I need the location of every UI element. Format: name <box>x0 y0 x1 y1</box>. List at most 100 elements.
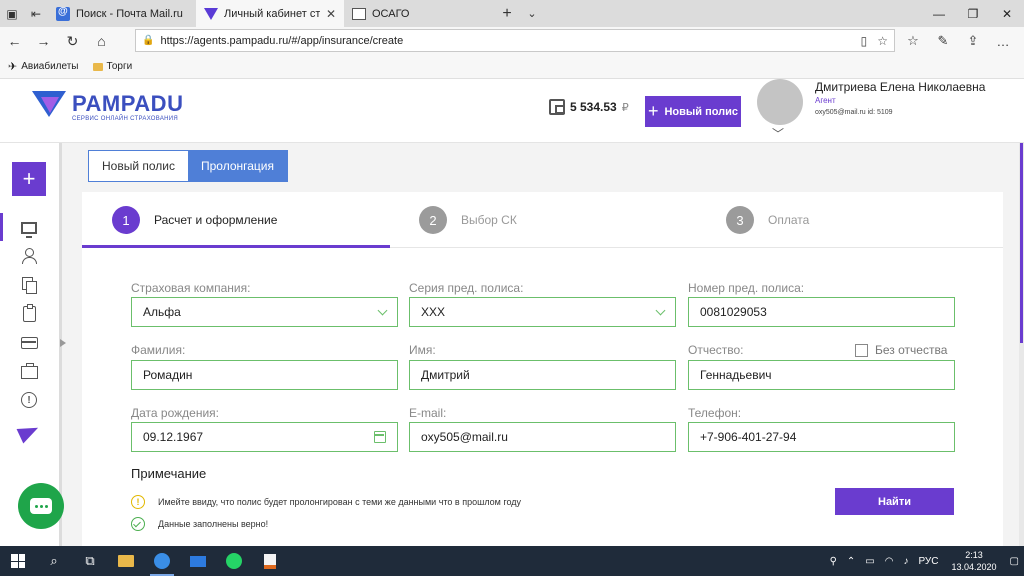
notifications-icon[interactable]: ▢ <box>1005 556 1024 567</box>
lastname-label: Фамилия: <box>131 343 186 357</box>
logo[interactable]: PAMPADU СЕРВИС ОНЛАЙН СТРАХОВАНИЯ <box>32 91 183 123</box>
patronymic-input[interactable]: Геннадьевич <box>688 360 955 390</box>
series-select[interactable]: ХХХ <box>409 297 676 327</box>
tray-chevron-icon[interactable]: ⌃ <box>842 556 860 567</box>
share-icon[interactable]: ⇪ <box>958 33 988 49</box>
edge-app[interactable] <box>144 546 180 576</box>
sidebar-item-info[interactable]: ! <box>16 389 42 411</box>
plane-icon: ✈ <box>8 61 18 73</box>
patronymic-value: Геннадьевич <box>700 368 772 382</box>
tab-label: Поиск - Почта Mail.ru <box>76 7 183 20</box>
birthdate-input[interactable]: 09.12.1967 <box>131 422 398 452</box>
bookmark-flights[interactable]: ✈ Авиабилеты <box>8 60 79 73</box>
more-icon[interactable]: … <box>988 34 1018 49</box>
sidebar-add-button[interactable]: + <box>12 162 46 196</box>
reading-view-icon[interactable]: ▯ <box>861 34 868 48</box>
document-app[interactable] <box>252 546 288 576</box>
close-window-icon[interactable]: ✕ <box>990 0 1024 27</box>
step-3[interactable]: 3 Оплата <box>726 206 809 234</box>
wifi-icon[interactable]: ◠ <box>880 556 899 567</box>
chevron-down-icon[interactable]: ﹀ <box>772 125 784 142</box>
edge-icon <box>154 553 170 569</box>
mail-app[interactable] <box>180 546 216 576</box>
step-1[interactable]: 1 Расчет и оформление <box>112 206 277 234</box>
lastname-input[interactable]: Ромадин <box>131 360 398 390</box>
start-button[interactable] <box>0 546 36 576</box>
number-input[interactable]: 0081029053 <box>688 297 955 327</box>
new-tab-button[interactable]: + <box>492 0 522 27</box>
step-2[interactable]: 2 Выбор СК <box>419 206 517 234</box>
phone-input[interactable]: +7-906-401-27-94 <box>688 422 955 452</box>
logo-name: PAMPADU <box>72 90 184 116</box>
monitor-icon <box>21 222 37 238</box>
currency: ₽ <box>621 101 629 114</box>
language-indicator[interactable]: РУС <box>913 556 943 567</box>
tab-renewal[interactable]: Пролонгация <box>188 151 288 181</box>
search-icon[interactable]: ⌕ <box>36 546 72 576</box>
network-icon[interactable]: ▭ <box>860 556 879 567</box>
tab-actions-icon[interactable]: ▣ <box>0 0 24 27</box>
logo-mark-icon <box>32 91 66 123</box>
find-button[interactable]: Найти <box>835 488 954 515</box>
checkbox-box[interactable] <box>855 343 868 357</box>
check-circle-icon <box>131 517 145 531</box>
tab-list-chevron-icon[interactable]: ⌄ <box>522 0 542 27</box>
refresh-icon[interactable]: ↻ <box>58 33 87 50</box>
back-icon[interactable]: ← <box>0 33 29 49</box>
tab-osago[interactable]: ОСАГО <box>344 0 492 27</box>
tab-new-policy[interactable]: Новый полис <box>89 151 188 181</box>
minimize-icon[interactable]: — <box>922 0 956 27</box>
bookmarks-bar: ✈ Авиабилеты Торги <box>0 55 1024 79</box>
phone-value: +7-906-401-27-94 <box>700 430 797 444</box>
new-policy-button[interactable]: + Новый полис <box>645 96 741 127</box>
sidebar-item-telegram[interactable] <box>16 420 42 444</box>
no-patronymic-checkbox[interactable]: Без отчества <box>855 343 947 357</box>
back-tabs-icon[interactable]: ⇤ <box>24 0 48 27</box>
logo-subtitle: СЕРВИС ОНЛАЙН СТРАХОВАНИЯ <box>72 115 179 122</box>
sidebar-item-portfolio[interactable] <box>16 361 42 383</box>
tab-pampadu[interactable]: Личный кабинет страх ✕ <box>196 0 344 27</box>
wallet-icon <box>549 99 565 115</box>
sidebar-item-clients[interactable] <box>16 245 42 267</box>
warning-icon: ! <box>131 495 145 509</box>
favorites-icon[interactable]: ☆ <box>898 33 928 49</box>
windows-icon <box>11 554 25 568</box>
whatsapp-app[interactable] <box>216 546 252 576</box>
firstname-input[interactable]: Дмитрий <box>409 360 676 390</box>
email-input[interactable]: oxy505@mail.ru <box>409 422 676 452</box>
step-number: 1 <box>112 206 140 234</box>
pen-icon[interactable]: ✎ <box>928 33 958 49</box>
company-select[interactable]: Альфа <box>131 297 398 327</box>
clock[interactable]: 2:13 13.04.2020 <box>944 549 1005 573</box>
page-scrollbar[interactable] <box>1019 143 1024 546</box>
people-icon[interactable]: ⚲ <box>825 556 842 567</box>
balance[interactable]: 5 534.53 ₽ <box>549 99 629 115</box>
chat-button[interactable] <box>18 483 64 529</box>
avatar[interactable] <box>757 79 803 125</box>
bookmark-tenders[interactable]: Торги <box>92 61 132 72</box>
tab-label: ОСАГО <box>372 7 410 20</box>
sidebar-item-policies[interactable] <box>16 274 42 296</box>
forward-icon[interactable]: → <box>29 33 58 49</box>
favorite-star-icon[interactable]: ☆ <box>877 34 888 48</box>
lock-icon: 🔒 <box>142 35 155 46</box>
tab-mail[interactable]: Поиск - Почта Mail.ru <box>48 0 196 27</box>
close-tab-icon[interactable]: ✕ <box>326 7 336 21</box>
url-input[interactable]: 🔒 https://agents.pampadu.ru/#/app/insura… <box>135 29 895 52</box>
browser-tab-bar: ▣ ⇤ Поиск - Почта Mail.ru Личный кабинет… <box>0 0 1024 27</box>
sidebar-item-payments[interactable] <box>16 332 42 354</box>
url-text: https://agents.pampadu.ru/#/app/insuranc… <box>160 34 404 47</box>
restore-icon[interactable]: ❐ <box>956 0 990 27</box>
note-warning: ! Имейте ввиду, что полис будет пролонги… <box>131 495 521 509</box>
card-icon <box>20 337 38 349</box>
bookmark-label: Авиабилеты <box>21 61 79 72</box>
task-view-icon[interactable]: ⧉ <box>72 546 108 576</box>
paper-plane-icon <box>16 420 42 444</box>
volume-icon[interactable]: ♪ <box>898 556 913 567</box>
home-icon[interactable]: ⌂ <box>87 33 116 49</box>
explorer-app[interactable] <box>108 546 144 576</box>
calendar-icon[interactable] <box>374 431 386 443</box>
sidebar-item-documents[interactable] <box>16 303 42 325</box>
collapse-arrow-icon[interactable] <box>60 339 66 347</box>
sidebar-item-dashboard[interactable] <box>16 217 42 239</box>
